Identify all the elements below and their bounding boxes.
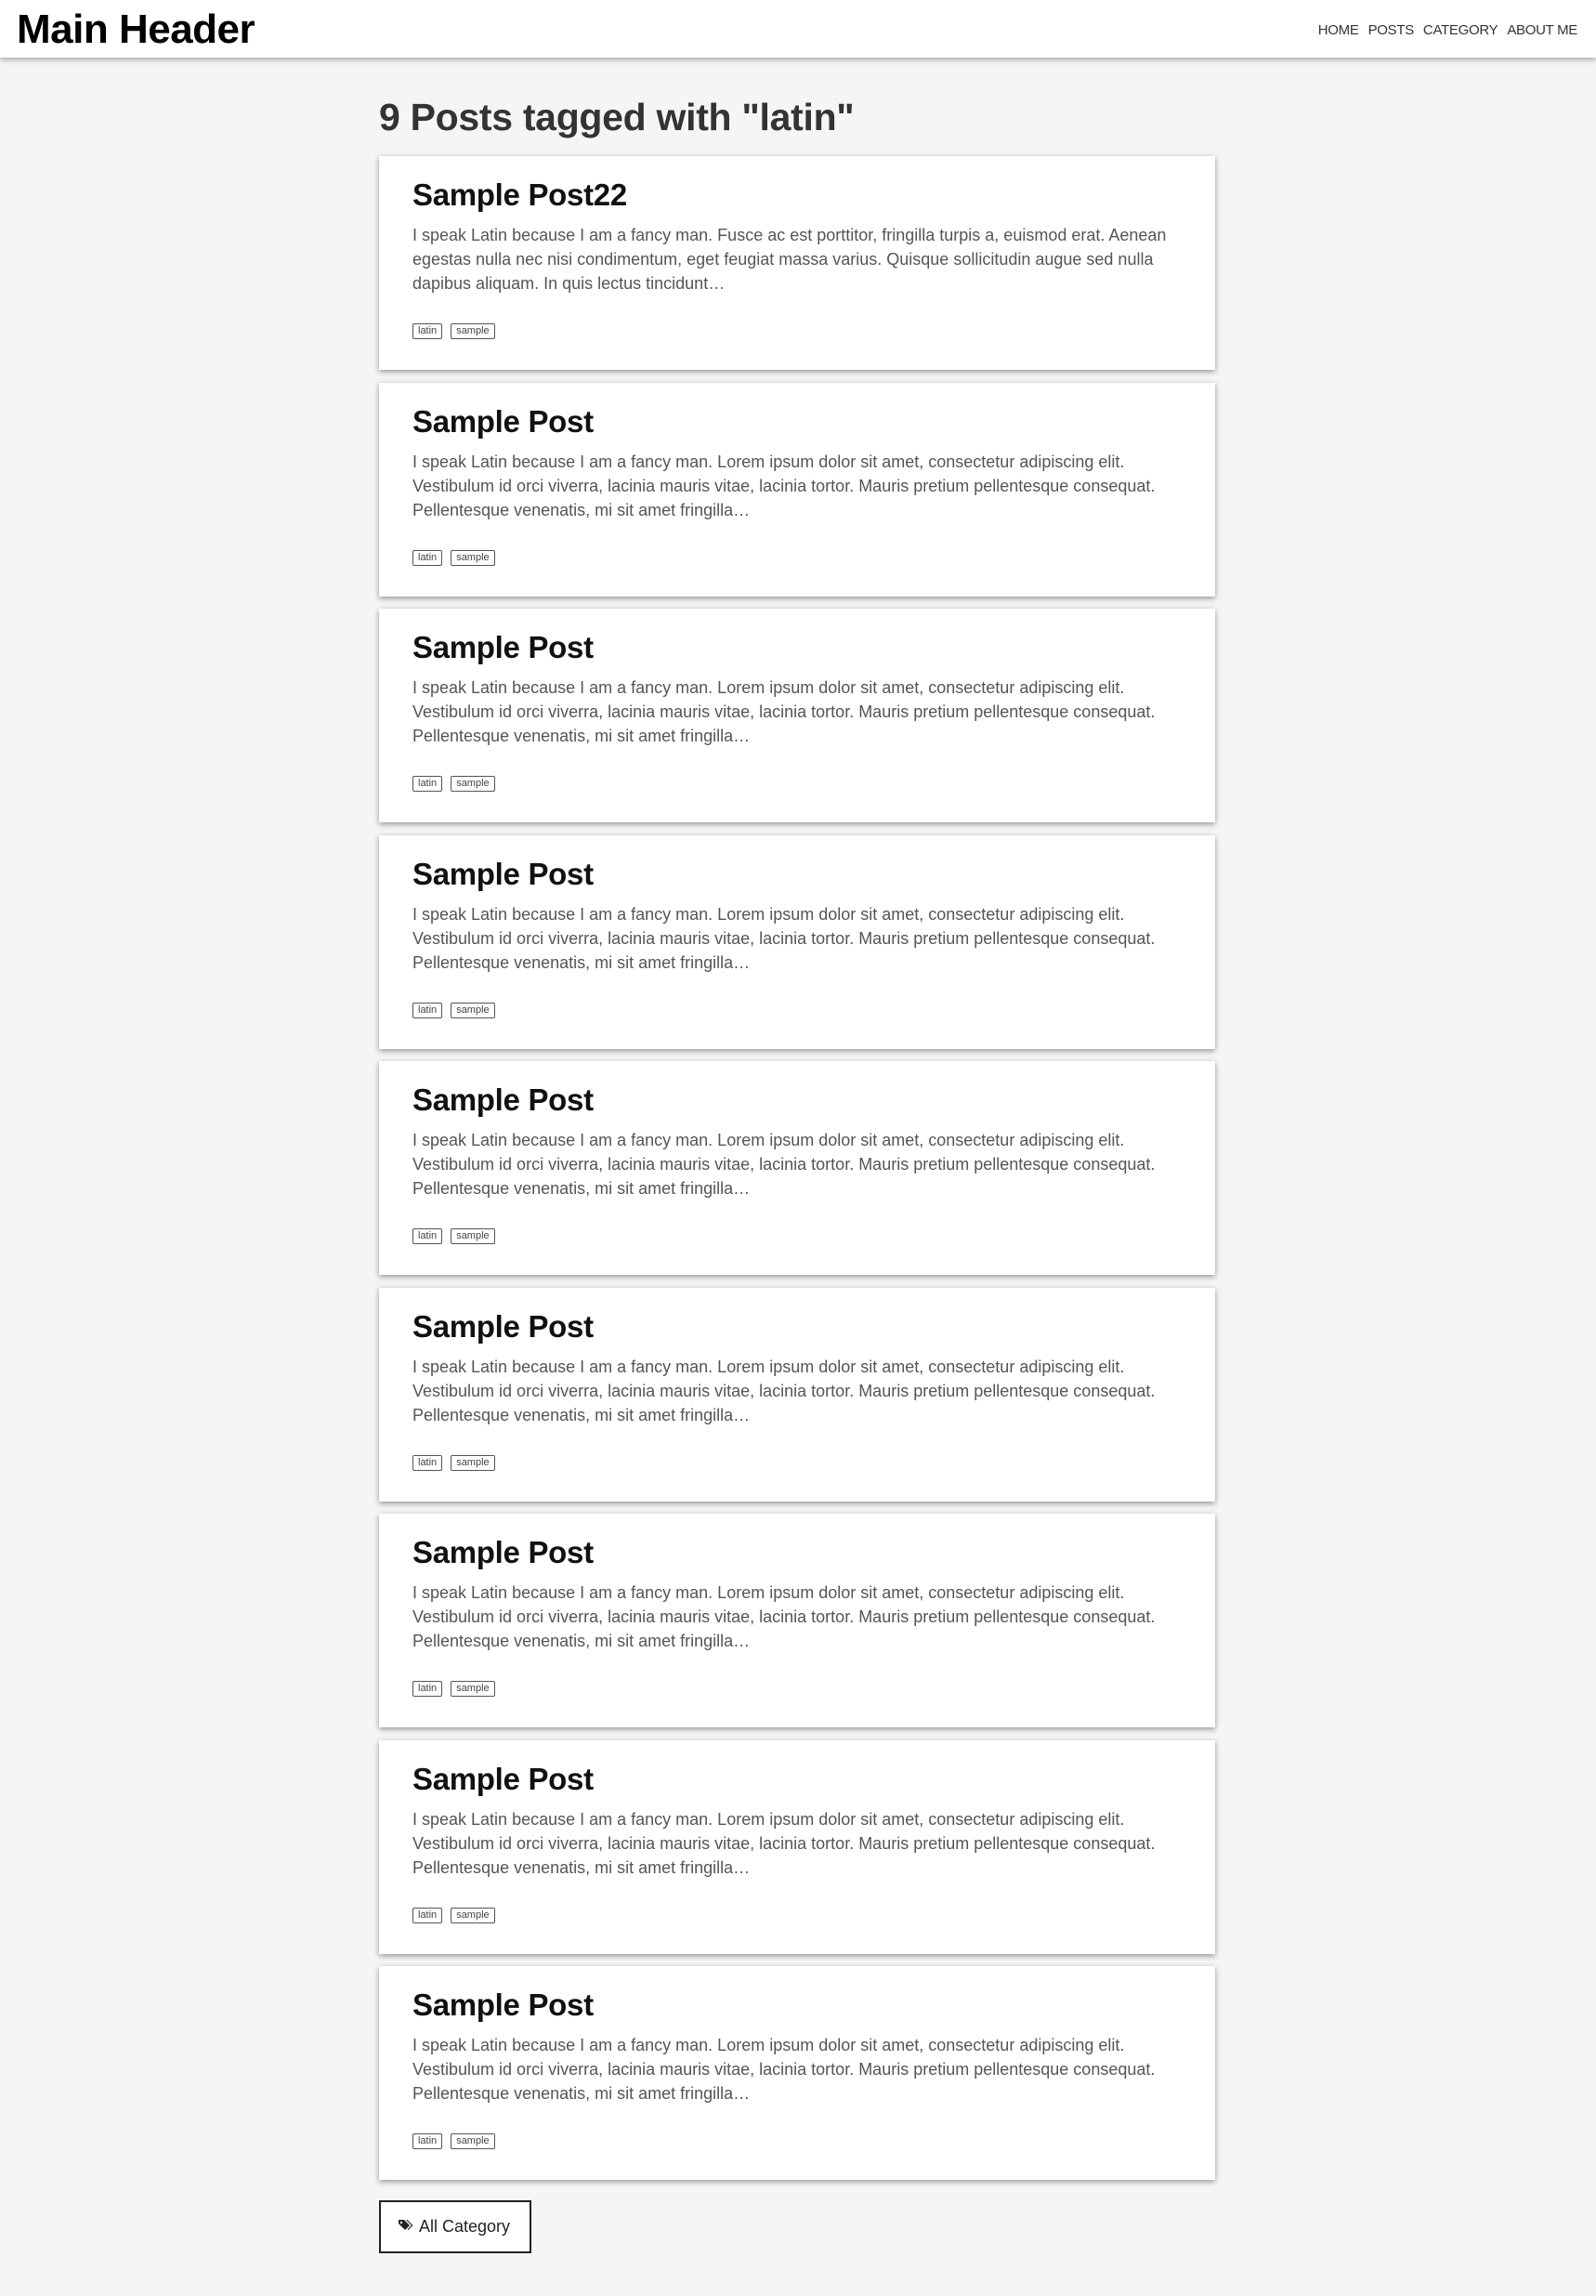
- post-card: Sample Post I speak Latin because I am a …: [379, 1739, 1215, 1954]
- tags-icon: [398, 2217, 419, 2237]
- post-title: Sample Post: [412, 1534, 1182, 1571]
- post-excerpt: I speak Latin because I am a fancy man. …: [412, 678, 1156, 745]
- post-title-link[interactable]: Sample Post: [412, 1082, 594, 1117]
- post-title: Sample Post: [412, 629, 1182, 666]
- post-card: Sample Post I speak Latin because I am a …: [379, 609, 1215, 822]
- tag-sample[interactable]: sample: [451, 776, 495, 792]
- post-card: Sample Post I speak Latin because I am a …: [379, 1061, 1215, 1275]
- post-title: Sample Post: [412, 1987, 1182, 2024]
- tag-latin[interactable]: latin: [412, 1228, 443, 1244]
- tag-latin[interactable]: latin: [412, 1907, 443, 1923]
- all-category-label: All Category: [419, 2217, 511, 2236]
- tag-sample[interactable]: sample: [451, 1681, 495, 1697]
- post-title: Sample Post: [412, 1082, 1182, 1119]
- post-title-link[interactable]: Sample Post: [412, 404, 594, 439]
- post-title: Sample Post: [412, 403, 1182, 440]
- tag-latin[interactable]: latin: [412, 323, 443, 339]
- tag-sample[interactable]: sample: [451, 2133, 495, 2149]
- tag-latin[interactable]: latin: [412, 1681, 443, 1697]
- post-title-link[interactable]: Sample Post: [412, 1535, 594, 1569]
- post-excerpt: I speak Latin because I am a fancy man. …: [412, 452, 1156, 519]
- page-title: 9 Posts tagged with "latin": [379, 96, 855, 138]
- all-category-button[interactable]: All Category: [379, 2200, 531, 2253]
- post-tags: latin sample: [412, 1002, 495, 1018]
- post-list: Sample Post22 I speak Latin because I am …: [379, 156, 1217, 2180]
- post-tags: latin sample: [412, 2133, 495, 2149]
- nav-category-link[interactable]: CATEGORY: [1423, 22, 1498, 38]
- tag-sample[interactable]: sample: [451, 323, 495, 339]
- post-excerpt: I speak Latin because I am a fancy man. …: [412, 1357, 1156, 1424]
- post-tags: latin sample: [412, 1228, 495, 1244]
- post-tags: latin sample: [412, 1454, 495, 1471]
- post-tags: latin sample: [412, 776, 495, 792]
- tag-latin[interactable]: latin: [412, 1454, 443, 1471]
- post-card: Sample Post I speak Latin because I am a …: [379, 1287, 1215, 1502]
- post-card: Sample Post I speak Latin because I am a …: [379, 1514, 1215, 1727]
- post-title-link[interactable]: Sample Post: [412, 857, 594, 891]
- post-excerpt: I speak Latin because I am a fancy man. …: [412, 1131, 1156, 1198]
- post-title-link[interactable]: Sample Post: [412, 1309, 594, 1344]
- tag-sample[interactable]: sample: [451, 549, 495, 566]
- post-card: Sample Post22 I speak Latin because I am …: [379, 156, 1215, 370]
- tag-latin[interactable]: latin: [412, 549, 443, 566]
- tag-latin[interactable]: latin: [412, 2133, 443, 2149]
- tag-latin[interactable]: latin: [412, 776, 443, 792]
- tag-sample[interactable]: sample: [451, 1228, 495, 1244]
- post-title: Sample Post: [412, 856, 1182, 893]
- post-tags: latin sample: [412, 1907, 495, 1923]
- post-excerpt: I speak Latin because I am a fancy man. …: [412, 226, 1167, 293]
- post-card: Sample Post I speak Latin because I am a …: [379, 382, 1215, 597]
- post-excerpt: I speak Latin because I am a fancy man. …: [412, 1583, 1156, 1650]
- tag-sample[interactable]: sample: [451, 1454, 495, 1471]
- main-content: 9 Posts tagged with "latin" Sample Post2…: [379, 58, 1217, 2193]
- nav-posts-link[interactable]: POSTS: [1368, 22, 1415, 38]
- post-title: Sample Post: [412, 1761, 1182, 1798]
- post-title: Sample Post22: [412, 177, 1182, 214]
- post-tags: latin sample: [412, 1681, 495, 1697]
- tag-latin[interactable]: latin: [412, 1002, 443, 1018]
- post-excerpt: I speak Latin because I am a fancy man. …: [412, 1809, 1156, 1877]
- post-card: Sample Post I speak Latin because I am a …: [379, 834, 1215, 1049]
- post-title-link[interactable]: Sample Post: [412, 1762, 594, 1796]
- post-card: Sample Post I speak Latin because I am a …: [379, 1966, 1215, 2180]
- post-excerpt: I speak Latin because I am a fancy man. …: [412, 2036, 1156, 2103]
- main-nav: HOME POSTS CATEGORY ABOUT ME: [1318, 22, 1578, 38]
- post-title-link[interactable]: Sample Post22: [412, 177, 627, 212]
- post-title-link[interactable]: Sample Post: [412, 630, 594, 664]
- site-brand[interactable]: Main Header: [17, 4, 255, 56]
- post-title-link[interactable]: Sample Post: [412, 1988, 594, 2022]
- nav-home-link[interactable]: HOME: [1318, 22, 1359, 38]
- post-excerpt: I speak Latin because I am a fancy man. …: [412, 904, 1156, 972]
- post-tags: latin sample: [412, 549, 495, 566]
- post-tags: latin sample: [412, 323, 495, 339]
- nav-about-link[interactable]: ABOUT ME: [1507, 22, 1577, 38]
- tag-sample[interactable]: sample: [451, 1907, 495, 1923]
- tag-sample[interactable]: sample: [451, 1002, 495, 1018]
- top-navbar: Main Header HOME POSTS CATEGORY ABOUT ME: [0, 0, 1596, 58]
- post-title: Sample Post: [412, 1308, 1182, 1345]
